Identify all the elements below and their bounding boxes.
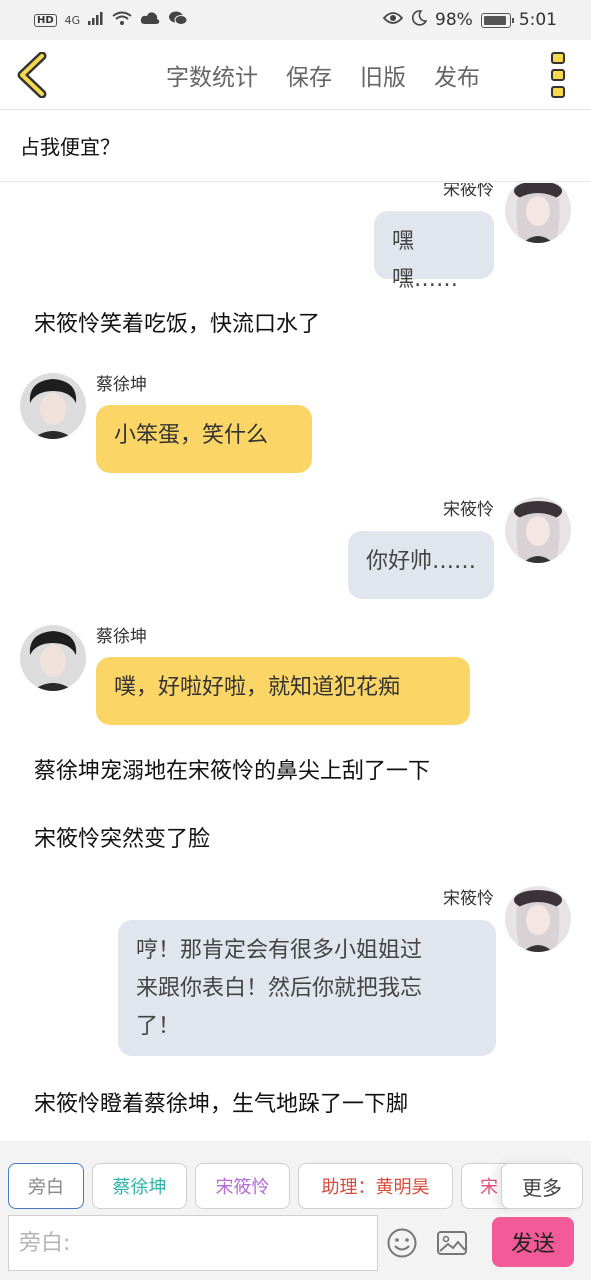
smiley-icon (387, 1228, 417, 1258)
emoji-button[interactable] (386, 1227, 418, 1259)
role-chip-cai-xukun[interactable]: 蔡徐坤 (92, 1163, 187, 1209)
narration-text[interactable]: 宋筱怜瞪着蔡徐坤，生气地跺了一下脚 (34, 1086, 408, 1118)
message-line: 哼！那肯定会有很多小姐姐过 (136, 938, 423, 963)
message-line: 了！ (136, 1014, 181, 1039)
role-chip-song-xiaolian[interactable]: 宋筱怜 (195, 1163, 290, 1209)
network-type: 4G (64, 13, 81, 27)
narration-text[interactable]: 蔡徐坤宠溺地在宋筱怜的鼻尖上刮了一下 (34, 753, 430, 785)
menu-dot-icon (551, 52, 565, 64)
save-button[interactable]: 保存 (286, 58, 332, 92)
speaker-name: 蔡徐坤 (96, 627, 147, 647)
speaker-name: 宋筱怜 (443, 889, 494, 909)
image-button[interactable] (436, 1227, 468, 1259)
speaker-name: 宋筱怜 (443, 500, 494, 520)
message-bubble-right[interactable]: 嘿嘿…… (374, 211, 494, 292)
input-bar: 发送 (0, 1215, 591, 1280)
publish-button[interactable]: 发布 (434, 58, 480, 92)
clock-time: 5:01 (518, 10, 557, 30)
more-menu-button[interactable] (551, 52, 569, 98)
narration-text[interactable]: 宋筱怜突然变了脸 (34, 821, 210, 853)
top-navigation-bar: 字数统计 保存 旧版 发布 (0, 40, 591, 110)
message-bubble-left[interactable]: 噗，好啦好啦，就知道犯花痴 (96, 657, 470, 725)
eye-icon (382, 11, 404, 29)
male-avatar[interactable] (20, 625, 86, 691)
status-bar: HD 4G 98% 5:01 (0, 0, 591, 40)
battery-percent: 98% (435, 10, 473, 30)
message-line: 来跟你表白！然后你就把我忘 (136, 976, 423, 1001)
cloud-icon (140, 11, 160, 29)
speaker-name: 蔡徐坤 (96, 375, 147, 395)
back-button[interactable] (14, 51, 50, 99)
more-roles-button[interactable]: 更多 (501, 1163, 583, 1209)
nav-actions: 字数统计 保存 旧版 发布 (166, 40, 480, 110)
chat-area[interactable]: 宋筱怜 嘿嘿…… 宋筱怜笑着吃饭，快流口水了 蔡徐坤 小笨蛋，笑什么 宋筱怜 你… (0, 183, 591, 1141)
male-avatar[interactable] (20, 373, 86, 439)
message-bubble-right[interactable]: 哼！那肯定会有很多小姐姐过 来跟你表白！然后你就把我忘 了！ (118, 920, 496, 1056)
word-count-button[interactable]: 字数统计 (166, 58, 258, 92)
back-chevron-icon (17, 51, 47, 99)
menu-dot-icon (551, 69, 565, 81)
signal-icon (88, 11, 104, 29)
send-button[interactable]: 发送 (492, 1217, 574, 1267)
female-avatar[interactable] (505, 183, 571, 243)
hd-icon: HD (34, 13, 57, 27)
narration-text[interactable]: 宋筱怜笑着吃饭，快流口水了 (34, 306, 320, 338)
status-right: 98% 5:01 (382, 10, 557, 30)
battery-icon (480, 12, 514, 28)
image-icon (437, 1231, 467, 1255)
wechat-icon (168, 10, 188, 30)
message-input[interactable] (8, 1215, 378, 1271)
role-chip-assistant-huang-minghao[interactable]: 助理：黄明昊 (298, 1163, 453, 1209)
role-selector-bar: 旁白 蔡徐坤 宋筱怜 助理：黄明昊 宋 更多 (0, 1141, 591, 1215)
chapter-title[interactable]: 占我便宜？ (0, 110, 591, 182)
role-chip-narrator[interactable]: 旁白 (8, 1163, 84, 1209)
menu-dot-icon (551, 86, 565, 98)
moon-icon (411, 10, 428, 30)
message-bubble-left[interactable]: 小笨蛋，笑什么 (96, 405, 312, 473)
status-left: HD 4G (34, 10, 188, 30)
message-bubble-right[interactable]: 你好帅…… (348, 531, 494, 599)
old-version-button[interactable]: 旧版 (360, 58, 406, 92)
speaker-name: 宋筱怜 (443, 183, 494, 200)
wifi-icon (112, 11, 132, 29)
female-avatar[interactable] (505, 497, 571, 563)
female-avatar[interactable] (505, 886, 571, 952)
